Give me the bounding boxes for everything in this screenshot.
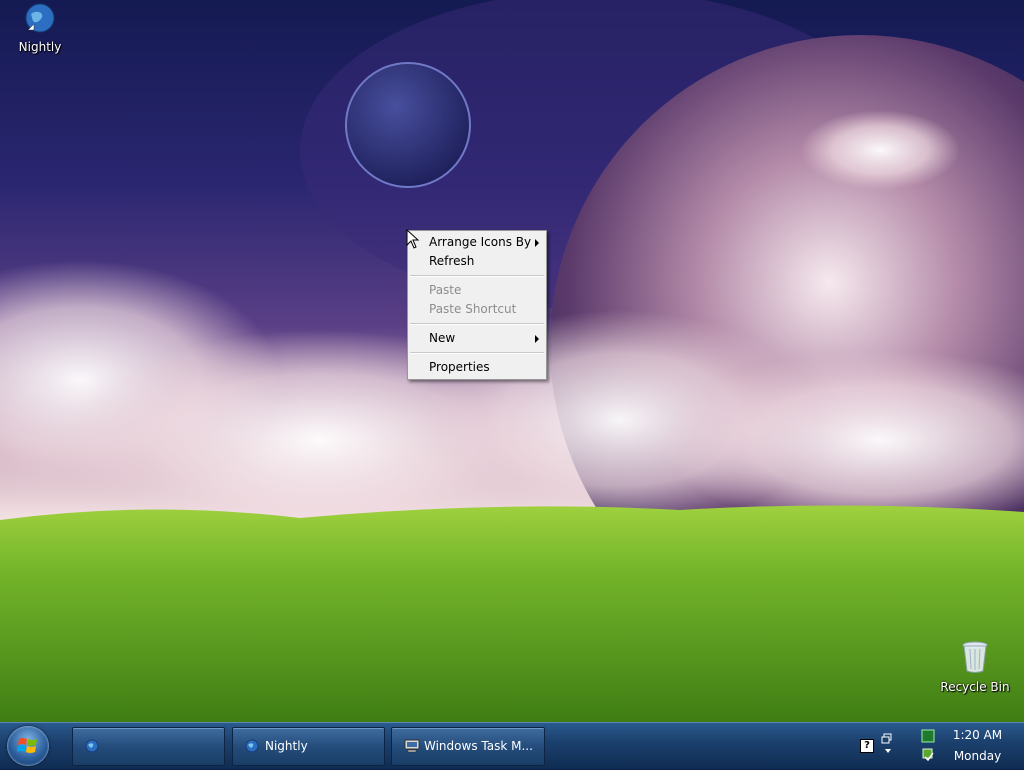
help-icon[interactable]: ? xyxy=(860,739,874,753)
start-button[interactable] xyxy=(7,726,49,766)
menu-separator xyxy=(410,275,544,277)
desktop[interactable]: Nightly Recycle Bin Arrange Icons By Ref… xyxy=(0,0,1024,722)
menu-item-refresh[interactable]: Refresh xyxy=(408,252,546,271)
menu-item-label: Paste xyxy=(429,283,462,297)
recycle-bin-icon xyxy=(962,641,988,673)
menu-item-arrange-icons-by[interactable]: Arrange Icons By xyxy=(408,233,546,252)
taskbar-button-label: Windows Task M... xyxy=(424,739,533,753)
network-status-icon[interactable] xyxy=(921,729,935,743)
menu-item-label: Refresh xyxy=(429,254,475,268)
windows-tray-icon[interactable] xyxy=(881,733,893,745)
taskbar-button-label: Nightly xyxy=(265,739,308,753)
desktop-icon-label: Recycle Bin xyxy=(940,680,1010,694)
desktop-context-menu: Arrange Icons By Refresh Paste Paste Sho… xyxy=(407,230,547,380)
taskbar-button-nightly[interactable]: Nightly xyxy=(232,727,385,766)
windows-logo-icon xyxy=(17,738,37,753)
globe-icon xyxy=(85,739,99,753)
computer-icon xyxy=(404,739,420,753)
tray-expand-arrow-icon[interactable] xyxy=(885,749,891,753)
desktop-icon-recycle-bin[interactable]: Recycle Bin xyxy=(935,640,1015,694)
menu-item-label: New xyxy=(429,331,456,345)
menu-separator xyxy=(410,323,544,325)
menu-separator xyxy=(410,352,544,354)
taskbar-button-1[interactable] xyxy=(72,727,225,766)
menu-item-paste: Paste xyxy=(408,281,546,300)
submenu-arrow-icon xyxy=(535,335,539,343)
mouse-pointer-icon xyxy=(406,229,420,249)
taskbar-button-task-manager[interactable]: Windows Task M... xyxy=(391,727,545,766)
menu-item-paste-shortcut: Paste Shortcut xyxy=(408,300,546,319)
submenu-arrow-icon xyxy=(535,239,539,247)
menu-item-label: Paste Shortcut xyxy=(429,302,517,316)
clock-day[interactable]: Monday xyxy=(950,749,1005,763)
clock-time[interactable]: 1:20 AM xyxy=(950,728,1005,742)
globe-icon xyxy=(245,739,259,753)
taskbar: Nightly Windows Task M... ? 1:20 AM Mond… xyxy=(0,722,1024,769)
desktop-icon-nightly[interactable]: Nightly xyxy=(0,2,80,54)
globe-icon xyxy=(25,3,55,33)
menu-item-new[interactable]: New xyxy=(408,329,546,348)
security-tray-icon[interactable] xyxy=(921,747,935,761)
desktop-icon-label: Nightly xyxy=(18,40,62,54)
menu-item-label: Arrange Icons By xyxy=(429,235,532,249)
menu-item-label: Properties xyxy=(429,360,490,374)
system-tray: ? 1:20 AM Monday xyxy=(855,723,1024,769)
menu-item-properties[interactable]: Properties xyxy=(408,358,546,377)
